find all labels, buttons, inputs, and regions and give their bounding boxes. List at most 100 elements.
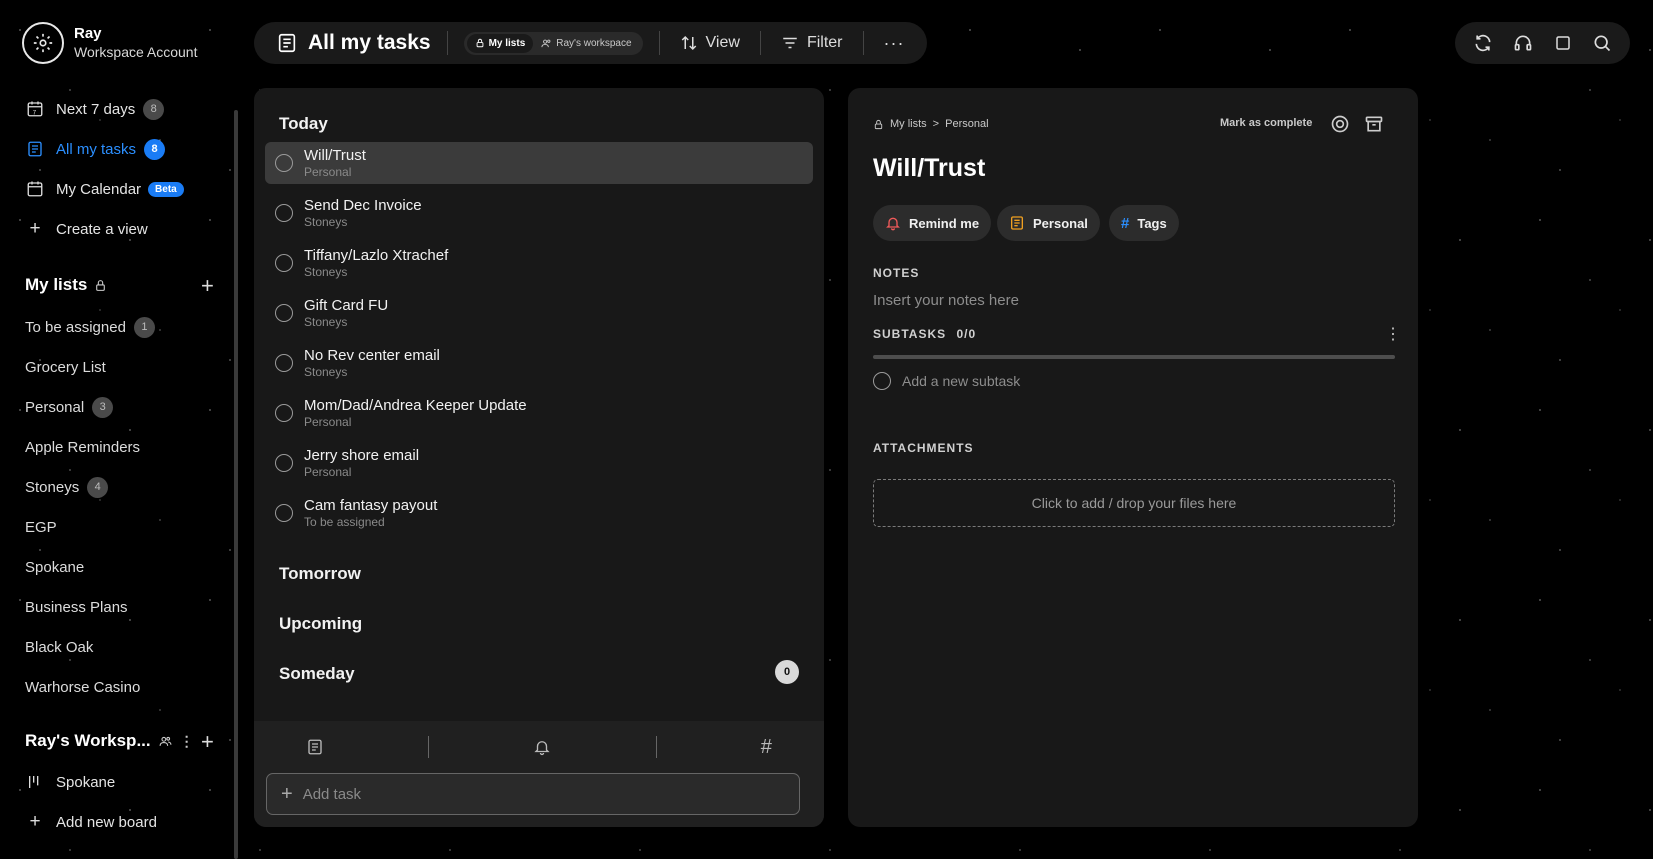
mark-complete-button[interactable]: Mark as complete [1220, 117, 1312, 129]
section-title: Ray's Worksp... [25, 731, 151, 750]
task-checkbox[interactable] [275, 254, 293, 272]
task-row[interactable]: No Rev center email Stoneys [265, 342, 813, 384]
sort-icon [681, 35, 696, 51]
workspace-heading[interactable]: Ray's Worksp... ⋮ [25, 731, 194, 751]
list-item-grocery[interactable]: Grocery List [25, 355, 106, 379]
add-task-input[interactable]: + Add task [266, 773, 800, 815]
calendar-7-icon: 7 [25, 99, 45, 119]
view-button[interactable]: View [680, 34, 740, 52]
count-badge: 8 [143, 98, 165, 120]
task-checkbox[interactable] [275, 154, 293, 172]
group-today[interactable]: Today [279, 114, 328, 134]
list-select-icon[interactable] [306, 738, 324, 756]
lock-icon [873, 119, 884, 130]
group-someday[interactable]: Someday [279, 664, 355, 684]
more-horizontal-icon: ··· [883, 32, 905, 53]
hashtag-icon[interactable]: # [761, 736, 772, 759]
count-badge: 1 [133, 316, 155, 338]
task-checkbox[interactable] [275, 204, 293, 222]
task-detail-title[interactable]: Will/Trust [873, 154, 985, 183]
task-title: Tiffany/Lazlo Xtrachef [304, 247, 449, 264]
task-checkbox[interactable] [275, 304, 293, 322]
nav-all-my-tasks[interactable]: All my tasks 8 [25, 137, 166, 161]
subtasks-title: SUBTASKS [873, 327, 947, 341]
account-type: Workspace Account [74, 44, 198, 60]
sync-icon[interactable] [1473, 33, 1493, 53]
my-lists-heading[interactable]: My lists [25, 275, 107, 295]
list-label: Business Plans [25, 598, 128, 616]
add-board-label: Add new board [56, 813, 157, 831]
add-subtask-placeholder: Add a new subtask [902, 373, 1021, 389]
attachments-label: ATTACHMENTS [873, 441, 974, 455]
task-checkbox[interactable] [275, 354, 293, 372]
list-item-personal[interactable]: Personal 3 [25, 395, 114, 419]
tags-button[interactable]: # Tags [1109, 205, 1179, 241]
someday-count-badge: 0 [775, 660, 799, 684]
more-vertical-icon[interactable]: ⋮ [1385, 324, 1401, 344]
more-vertical-icon[interactable]: ⋮ [180, 733, 194, 750]
task-row[interactable]: Will/Trust Personal [265, 142, 813, 184]
task-row[interactable]: Tiffany/Lazlo Xtrachef Stoneys [265, 242, 813, 284]
notes-label: NOTES [873, 266, 920, 280]
notes-input[interactable]: Insert your notes here [873, 292, 1019, 309]
list-item-to-be-assigned[interactable]: To be assigned 1 [25, 315, 155, 339]
nav-label: All my tasks [56, 140, 137, 158]
right-toolbar [1455, 22, 1630, 64]
nav-my-calendar[interactable]: My Calendar Beta [25, 177, 184, 201]
bell-icon[interactable] [533, 738, 551, 756]
breadcrumb-list[interactable]: Personal [945, 118, 988, 130]
task-checkbox[interactable] [275, 454, 293, 472]
task-row[interactable]: Jerry shore email Personal [265, 442, 813, 484]
nav-label: Create a view [56, 220, 148, 238]
tab-my-lists[interactable]: My lists [466, 33, 534, 53]
nav-next-7-days[interactable]: 7 Next 7 days 8 [25, 97, 165, 121]
list-icon [1011, 216, 1023, 230]
list-chip-personal[interactable]: Personal [997, 205, 1100, 241]
task-detail-panel: My lists > Personal Mark as complete Wil… [848, 88, 1418, 827]
add-list-button[interactable]: + [201, 275, 214, 297]
task-row[interactable]: Mom/Dad/Andrea Keeper Update Personal [265, 392, 813, 434]
remind-me-button[interactable]: Remind me [873, 205, 992, 241]
sidebar-scrollbar[interactable] [234, 110, 238, 859]
task-checkbox[interactable] [275, 504, 293, 522]
tasks-icon [25, 139, 45, 159]
breadcrumb-separator: > [932, 118, 940, 130]
add-new-board[interactable]: + Add new board [25, 810, 157, 834]
focus-target-icon[interactable] [1330, 114, 1350, 134]
hashtag-icon: # [1121, 214, 1130, 232]
task-row[interactable]: Send Dec Invoice Stoneys [265, 192, 813, 234]
account-switcher[interactable]: Ray Workspace Account [22, 22, 197, 64]
list-item-egp[interactable]: EGP [25, 515, 57, 539]
group-tomorrow[interactable]: Tomorrow [279, 564, 361, 584]
add-board-plus-button[interactable]: + [201, 731, 214, 753]
lock-icon [475, 38, 485, 48]
task-checkbox[interactable] [275, 404, 293, 422]
board-item-spokane[interactable]: Spokane [25, 770, 115, 794]
scope-toggle: My lists Ray's workspace [463, 31, 643, 55]
list-item-black-oak[interactable]: Black Oak [25, 635, 93, 659]
nav-create-view[interactable]: + Create a view [25, 217, 148, 241]
list-item-stoneys[interactable]: Stoneys 4 [25, 475, 109, 499]
headset-icon[interactable] [1513, 33, 1533, 53]
task-row[interactable]: Cam fantasy payout To be assigned [265, 492, 813, 534]
breadcrumb-root[interactable]: My lists [890, 118, 927, 130]
task-row[interactable]: Gift Card FU Stoneys [265, 292, 813, 334]
add-subtask-input[interactable]: Add a new subtask [873, 372, 1020, 390]
gear-icon[interactable] [22, 22, 64, 64]
more-options-button[interactable]: ··· [884, 33, 905, 54]
group-upcoming[interactable]: Upcoming [279, 614, 362, 634]
list-item-business-plans[interactable]: Business Plans [25, 595, 128, 619]
attachment-dropzone[interactable]: Click to add / drop your files here [873, 479, 1395, 527]
archive-icon[interactable] [1364, 114, 1384, 134]
list-item-apple-reminders[interactable]: Apple Reminders [25, 435, 140, 459]
divider [655, 736, 657, 758]
task-list-name: Stoneys [304, 265, 348, 279]
list-item-warhorse-casino[interactable]: Warhorse Casino [25, 675, 140, 699]
list-item-spokane[interactable]: Spokane [25, 555, 84, 579]
plus-icon: + [281, 782, 293, 805]
filter-button[interactable]: Filter [781, 34, 843, 52]
task-title: No Rev center email [304, 347, 440, 364]
window-icon[interactable] [1554, 34, 1572, 52]
search-icon[interactable] [1592, 33, 1612, 53]
tab-rays-workspace[interactable]: Ray's workspace [533, 34, 639, 53]
